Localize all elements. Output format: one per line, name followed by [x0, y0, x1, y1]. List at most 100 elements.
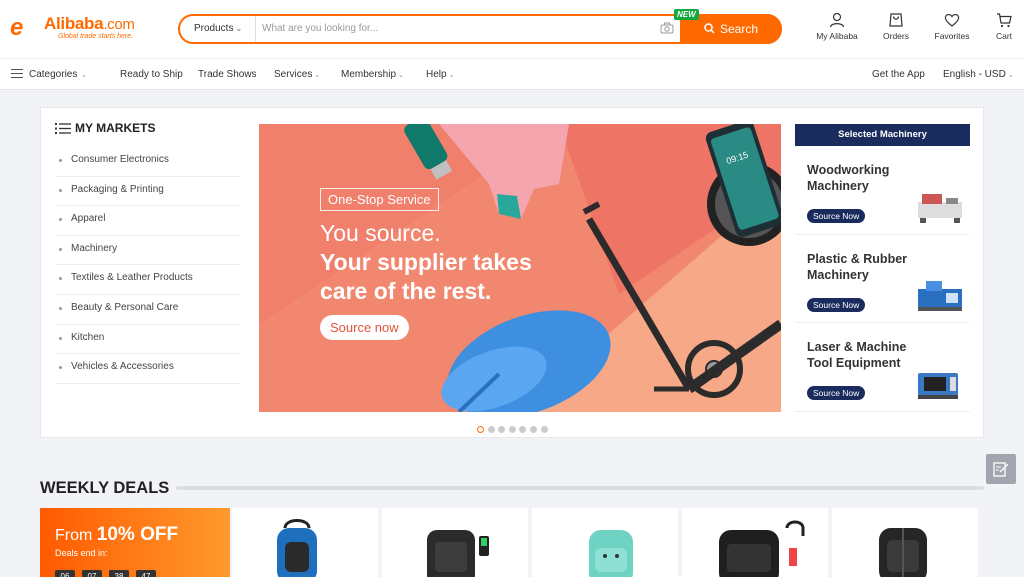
deals-divider	[176, 486, 984, 490]
new-badge: NEW	[674, 9, 699, 20]
search-icon	[704, 23, 715, 34]
favorites-label: Favorites	[934, 31, 970, 41]
logo-mark: e	[10, 14, 23, 41]
carousel-dot[interactable]	[477, 426, 484, 433]
my-alibaba-link[interactable]: My Alibaba	[814, 12, 860, 41]
market-item[interactable]: Beauty & Personal Care	[55, 295, 241, 325]
countdown-digit: 38	[109, 570, 129, 577]
nav-ready-to-ship[interactable]: Ready to Ship	[120, 69, 183, 80]
nav-services[interactable]: Services ⌄	[274, 69, 320, 80]
banner-pill: One-Stop Service	[320, 188, 439, 211]
carousel-dot[interactable]	[487, 426, 495, 433]
carousel-dot[interactable]	[519, 426, 527, 433]
carousel-dot[interactable]	[529, 426, 537, 433]
my-markets-title: MY MARKETS	[55, 120, 241, 140]
logo-tagline: Global trade starts here.	[58, 33, 134, 40]
selected-machinery: Selected Machinery Woodworking Machinery…	[795, 124, 970, 412]
user-icon	[829, 12, 845, 28]
source-now-small-button[interactable]: Source Now	[807, 297, 866, 312]
nav-trade-shows[interactable]: Trade Shows	[198, 69, 257, 80]
selected-machinery-title: Selected Machinery	[795, 124, 970, 146]
nav-help[interactable]: Help ⌄	[426, 69, 454, 80]
countdown-digit: 07	[82, 570, 102, 577]
countdown-digit: 47	[136, 570, 156, 577]
machinery-card[interactable]: Laser & Machine Tool Equipment Source No…	[795, 323, 970, 412]
deals-promo[interactable]: From 10% OFF Deals end in: 06 07 38 47	[40, 508, 230, 577]
source-now-small-button[interactable]: Source Now	[807, 386, 866, 400]
machinery-name: Laser & Machine Tool Equipment	[807, 340, 907, 370]
my-alibaba-label: My Alibaba	[816, 31, 858, 41]
teal-backpack-image	[589, 530, 633, 577]
blue-backpack-image	[277, 519, 317, 577]
top-header: e Alibaba.com Global trade starts here. …	[0, 0, 1024, 58]
camera-icon[interactable]	[660, 22, 674, 34]
banner-headline-1: You source.	[320, 220, 441, 246]
search-input[interactable]: What are you looking for...	[262, 16, 682, 42]
countdown-digit: 06	[55, 570, 75, 577]
weekly-deals-title: WEEKLY DEALS	[40, 479, 170, 497]
hero-banner[interactable]: 09:15 One-Stop Service You source. Your …	[259, 124, 781, 412]
plastic-machine-image	[918, 280, 962, 311]
source-now-small-button[interactable]: Source Now	[807, 209, 866, 223]
chevron-down-icon: ⌄	[448, 72, 455, 79]
machinery-card[interactable]: Woodworking Machinery Source Now	[795, 146, 970, 235]
chevron-down-icon: ⌄	[1007, 72, 1014, 79]
deal-product[interactable]	[682, 508, 828, 577]
machinery-card[interactable]: Plastic & Rubber Machinery Source Now	[795, 235, 970, 323]
market-item[interactable]: Consumer Electronics	[55, 147, 241, 177]
carousel-dot[interactable]	[508, 426, 516, 433]
woodworking-machine-image	[918, 194, 962, 223]
carousel-dots	[477, 420, 551, 438]
market-item[interactable]: Apparel	[55, 206, 241, 236]
deal-product[interactable]	[232, 508, 378, 577]
hero-panel: MY MARKETS Consumer Electronics Packagin…	[40, 107, 984, 438]
banner-headline-2: Your supplier takes care of the rest.	[320, 249, 532, 304]
cart-link[interactable]: Cart	[992, 12, 1016, 41]
machinery-name: Plastic & Rubber Machinery	[807, 251, 908, 282]
edit-feedback-icon	[993, 462, 1009, 477]
cart-label: Cart	[995, 31, 1013, 41]
menu-icon	[11, 69, 23, 78]
laptop-backpack-image	[719, 520, 805, 577]
carousel-dot[interactable]	[540, 426, 548, 433]
chevron-down-icon: ⌄	[398, 72, 404, 79]
deal-product[interactable]	[832, 508, 978, 577]
favorites-link[interactable]: Favorites	[932, 12, 972, 41]
search-button-label: Search	[720, 22, 759, 36]
nav-membership[interactable]: Membership ⌄	[341, 69, 404, 80]
chevron-down-icon: ⌄	[235, 24, 243, 33]
cart-icon	[997, 13, 1012, 28]
promo-headline: From 10% OFF	[55, 524, 179, 545]
market-item[interactable]: Machinery	[55, 236, 241, 266]
countdown-timer: 06 07 38 47	[55, 566, 163, 577]
deal-product[interactable]	[532, 508, 678, 577]
nav-get-app[interactable]: Get the App	[872, 69, 925, 80]
black-backpack-image	[427, 530, 489, 577]
chevron-down-icon: ⌄	[314, 72, 321, 79]
search-category-select[interactable]: Products ⌄	[180, 16, 256, 42]
alibaba-logo[interactable]: e Alibaba.com Global trade starts here.	[10, 12, 150, 42]
promo-subtext: Deals end in:	[55, 548, 108, 558]
carousel-dot[interactable]	[498, 426, 506, 433]
source-now-button[interactable]: Source now	[320, 315, 409, 340]
deal-product[interactable]	[382, 508, 528, 577]
nav-categories[interactable]: Categories ⌄	[11, 69, 87, 80]
nav-bar: Categories ⌄ Ready to Ship Trade Shows S…	[0, 58, 1024, 90]
machinery-name: Woodworking Machinery	[807, 163, 890, 193]
logo-name: Alibaba.com	[44, 14, 135, 33]
market-item[interactable]: Kitchen	[55, 325, 241, 355]
market-item[interactable]: Vehicles & Accessories	[55, 354, 241, 384]
feedback-button[interactable]	[986, 454, 1016, 484]
orders-icon	[889, 13, 903, 27]
list-icon	[55, 123, 71, 134]
chevron-down-icon: ⌄	[79, 72, 88, 79]
travel-backpack-image	[879, 528, 927, 577]
market-item[interactable]: Textiles & Leather Products	[55, 265, 241, 295]
heart-icon	[944, 13, 960, 27]
nav-language[interactable]: English - USD ⌄	[943, 69, 1014, 80]
orders-link[interactable]: Orders	[880, 12, 912, 41]
laser-machine-image	[918, 373, 958, 399]
markets-list: Consumer Electronics Packaging & Printin…	[55, 147, 241, 384]
orders-label: Orders	[883, 31, 909, 41]
market-item[interactable]: Packaging & Printing	[55, 177, 241, 207]
